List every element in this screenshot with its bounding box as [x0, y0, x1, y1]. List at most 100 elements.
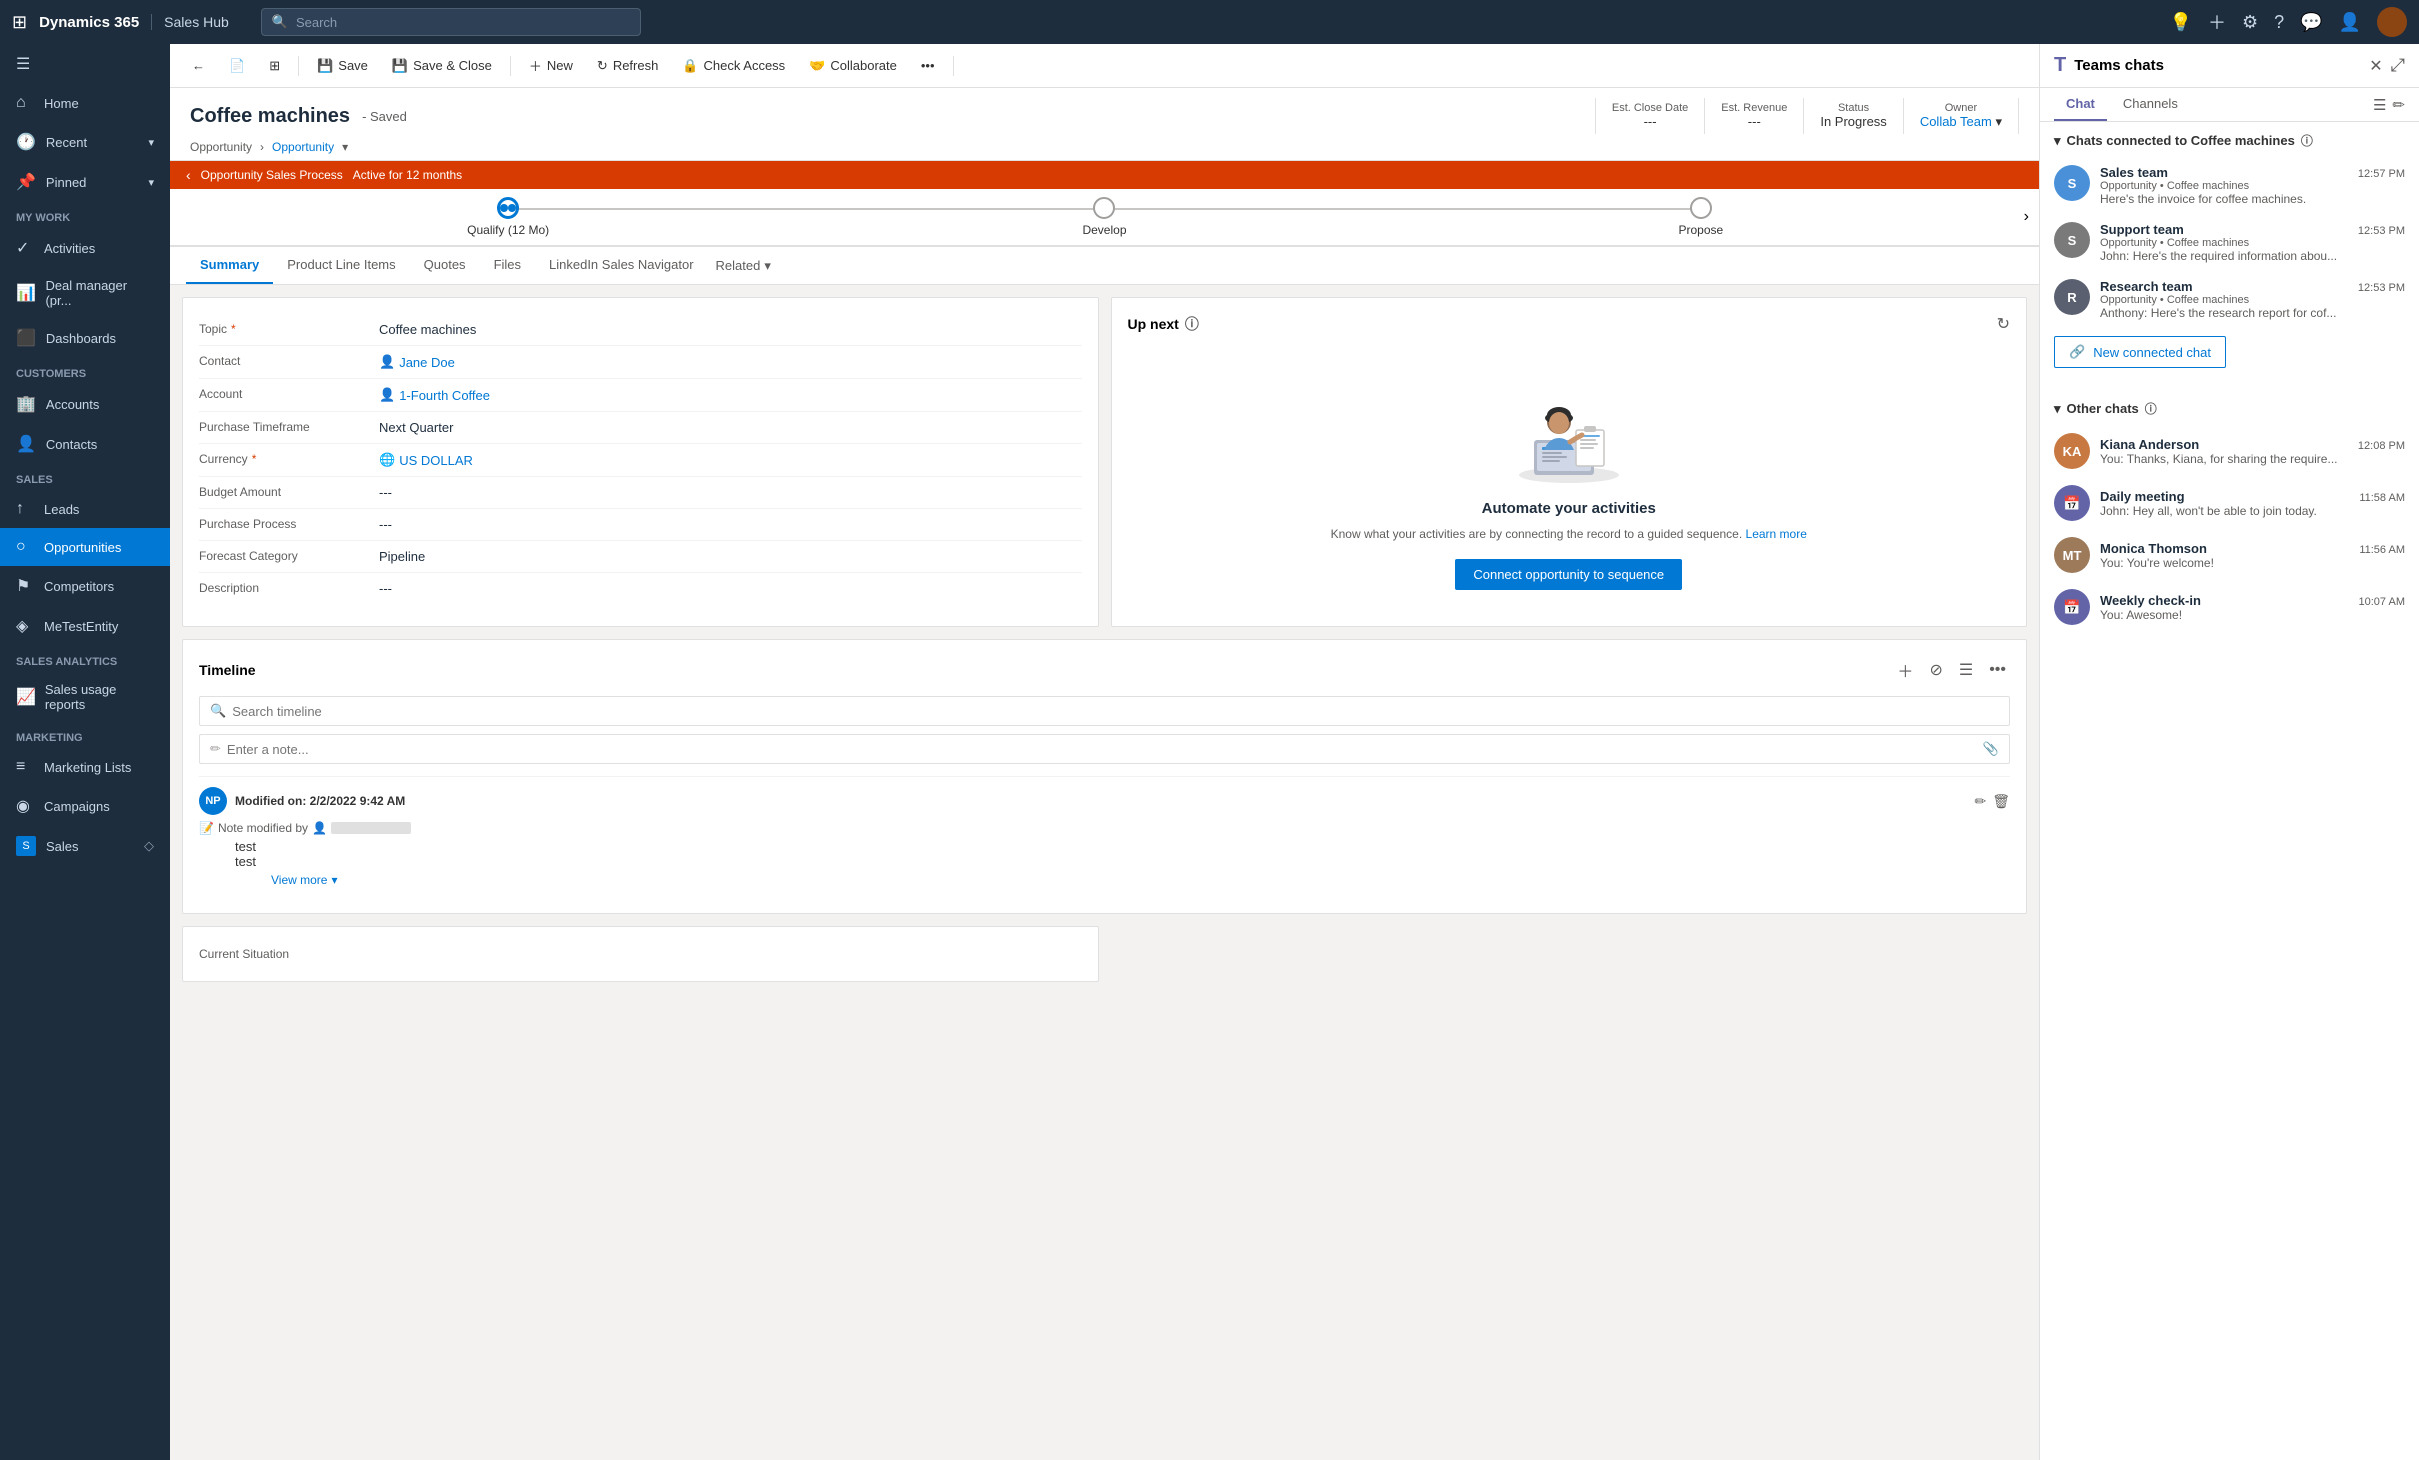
timeline-search[interactable]: 🔍: [199, 696, 2010, 726]
save-button[interactable]: 💾 Save: [307, 53, 378, 79]
save-close-label: Save & Close: [413, 58, 492, 73]
timeline-search-input[interactable]: [232, 704, 1999, 719]
other-chats-section-header[interactable]: ▾ Other chats ⓘ: [2054, 400, 2405, 417]
timeline-more-button[interactable]: •••: [1985, 659, 2010, 681]
tab-summary[interactable]: Summary: [186, 247, 273, 284]
chat-preview: You: Thanks, Kiana, for sharing the requ…: [2100, 452, 2405, 466]
breadcrumb-2[interactable]: Opportunity: [272, 140, 334, 154]
stage-label: Qualify (12 Mo): [467, 223, 549, 237]
timeline-delete-button[interactable]: 🗑: [1992, 793, 2010, 810]
back-button[interactable]: ←: [182, 53, 215, 78]
grid-icon[interactable]: ⊞: [12, 12, 27, 33]
new-icon: ＋: [529, 56, 542, 75]
sidebar-item-campaigns[interactable]: ◉ Campaigns: [0, 786, 170, 826]
sidebar-item-leads[interactable]: ↑ Leads: [0, 490, 170, 528]
global-search[interactable]: 🔍: [261, 8, 641, 36]
new-button[interactable]: ＋ New: [519, 51, 583, 80]
sidebar-item-sales-usage[interactable]: 📈 Sales usage reports: [0, 672, 170, 722]
sidebar-item-me-test-entity[interactable]: ◈ MeTestEntity: [0, 606, 170, 646]
learn-more-link[interactable]: Learn more: [1746, 527, 1807, 541]
sidebar-item-sales-bottom[interactable]: S Sales ◇: [0, 826, 170, 866]
settings-icon[interactable]: ⚙: [2242, 12, 2258, 33]
sidebar-item-deal-manager[interactable]: 📊 Deal manager (pr...: [0, 268, 170, 318]
chevron-icon: ▾: [148, 176, 154, 189]
timeline-sort-button[interactable]: ☰: [1955, 658, 1977, 682]
process-stage-propose[interactable]: Propose: [1403, 197, 1999, 237]
sidebar-item-activities[interactable]: ✓ Activities: [0, 228, 170, 268]
other-chat-item-monica[interactable]: MT Monica Thomson 11:56 AM You: You're w…: [2054, 529, 2405, 581]
lightbulb-icon[interactable]: 💡: [2170, 12, 2192, 33]
search-input[interactable]: [296, 15, 630, 30]
person-icon[interactable]: 👤: [2339, 12, 2361, 33]
sidebar-collapse-button[interactable]: ☰: [0, 44, 170, 84]
process-stage-develop[interactable]: Develop: [806, 197, 1402, 237]
connected-chat-item-support[interactable]: S Support team 12:53 PM Opportunity • Co…: [2054, 214, 2405, 271]
user-avatar[interactable]: [2377, 7, 2407, 37]
process-stage-qualify[interactable]: Qualify (12 Mo): [210, 197, 806, 237]
chat-preview: Anthony: Here's the research report for …: [2100, 306, 2405, 320]
teams-close-button[interactable]: ✕: [2369, 56, 2382, 76]
help-icon[interactable]: ?: [2274, 12, 2284, 33]
timeline-note-input[interactable]: ✏ 📎: [199, 734, 2010, 764]
sidebar-item-contacts[interactable]: 👤 Contacts: [0, 424, 170, 464]
sidebar-item-pinned[interactable]: 📌 Pinned ▾: [0, 162, 170, 202]
process-back-icon[interactable]: ‹: [186, 167, 191, 183]
tab-quotes[interactable]: Quotes: [410, 247, 480, 284]
up-next-refresh-button[interactable]: ↻: [1997, 314, 2010, 334]
stage-circle: [1690, 197, 1712, 219]
sidebar-item-opportunities[interactable]: ○ Opportunities: [0, 528, 170, 566]
chat-icon[interactable]: 💬: [2300, 12, 2322, 33]
collaborate-button[interactable]: 🤝 Collaborate: [799, 53, 907, 79]
currency-link[interactable]: 🌐 US DOLLAR: [379, 452, 1082, 468]
connect-sequence-button[interactable]: Connect opportunity to sequence: [1455, 559, 1682, 590]
sidebar-item-accounts[interactable]: 🏢 Accounts: [0, 384, 170, 424]
form-view-button[interactable]: 📄: [219, 53, 255, 79]
teams-section-header[interactable]: ▾ Chats connected to Coffee machines ⓘ: [2054, 132, 2405, 149]
new-connected-chat-button[interactable]: 🔗 New connected chat: [2054, 336, 2226, 368]
other-chat-item-kiana[interactable]: KA Kiana Anderson 12:08 PM You: Thanks, …: [2054, 425, 2405, 477]
connected-chat-item-research[interactable]: R Research team 12:53 PM Opportunity • C…: [2054, 271, 2405, 328]
other-chat-item-daily-meeting[interactable]: 📅 Daily meeting 11:58 AM John: Hey all, …: [2054, 477, 2405, 529]
tab-product-line-items[interactable]: Product Line Items: [273, 247, 409, 284]
timeline-filter-button[interactable]: ⊘: [1925, 658, 1946, 682]
timeline-add-button[interactable]: ＋: [1893, 656, 1917, 684]
process-next-icon[interactable]: ›: [2024, 208, 2029, 226]
form-label: Contact: [199, 354, 379, 368]
chat-time: 12:53 PM: [2358, 225, 2405, 237]
account-link[interactable]: 👤 1-Fourth Coffee: [379, 387, 1082, 403]
tab-files[interactable]: Files: [480, 247, 535, 284]
more-button[interactable]: •••: [911, 53, 945, 78]
sidebar-item-label: Home: [44, 96, 79, 111]
refresh-button[interactable]: ↻ Refresh: [587, 53, 668, 79]
sidebar-item-home[interactable]: ⌂ Home: [0, 84, 170, 122]
timeline-view-more[interactable]: View more ▾: [271, 873, 2010, 887]
sidebar-item-label: Competitors: [44, 579, 114, 594]
connected-chat-item-sales[interactable]: S Sales team 12:57 PM Opportunity • Coff…: [2054, 157, 2405, 214]
teams-filter-button[interactable]: ☰: [2373, 96, 2386, 114]
teams-tab-channels[interactable]: Channels: [2111, 88, 2190, 121]
other-chat-item-weekly[interactable]: 📅 Weekly check-in 10:07 AM You: Awesome!: [2054, 581, 2405, 633]
sidebar-item-competitors[interactable]: ⚑ Competitors: [0, 566, 170, 606]
form-value-contact: 👤 Jane Doe: [379, 354, 1082, 370]
grid-view-button[interactable]: ⊞: [259, 53, 290, 79]
timeline-entry-content: test test View more ▾: [235, 839, 2010, 887]
save-close-button[interactable]: 💾 Save & Close: [382, 53, 502, 79]
sidebar-item-marketing-lists[interactable]: ≡ Marketing Lists: [0, 748, 170, 786]
teams-compose-button[interactable]: ✏: [2392, 96, 2405, 114]
contact-link[interactable]: 👤 Jane Doe: [379, 354, 1082, 370]
teams-tab-chat[interactable]: Chat: [2054, 88, 2107, 121]
owner-link[interactable]: Collab Team: [1920, 114, 1992, 129]
check-access-button[interactable]: 🔒 Check Access: [672, 53, 795, 79]
attachment-icon[interactable]: 📎: [1983, 741, 1999, 757]
teams-panel: T Teams chats ✕ ⤢ Chat Channels ☰ ✏ ▾ Ch…: [2039, 44, 2419, 1460]
diamond-icon: ◇: [144, 838, 154, 854]
note-input-field[interactable]: [227, 742, 1977, 757]
timeline-edit-button[interactable]: ✏: [1974, 793, 1986, 810]
type-label: Note modified by: [218, 821, 308, 835]
sidebar-item-recent[interactable]: 🕐 Recent ▾: [0, 122, 170, 162]
tab-related[interactable]: Related ▾: [708, 248, 779, 284]
sidebar-item-dashboards[interactable]: ⬛ Dashboards: [0, 318, 170, 358]
tab-linkedin[interactable]: LinkedIn Sales Navigator: [535, 247, 708, 284]
add-icon[interactable]: ＋: [2208, 9, 2226, 35]
teams-expand-button[interactable]: ⤢: [2391, 55, 2405, 76]
